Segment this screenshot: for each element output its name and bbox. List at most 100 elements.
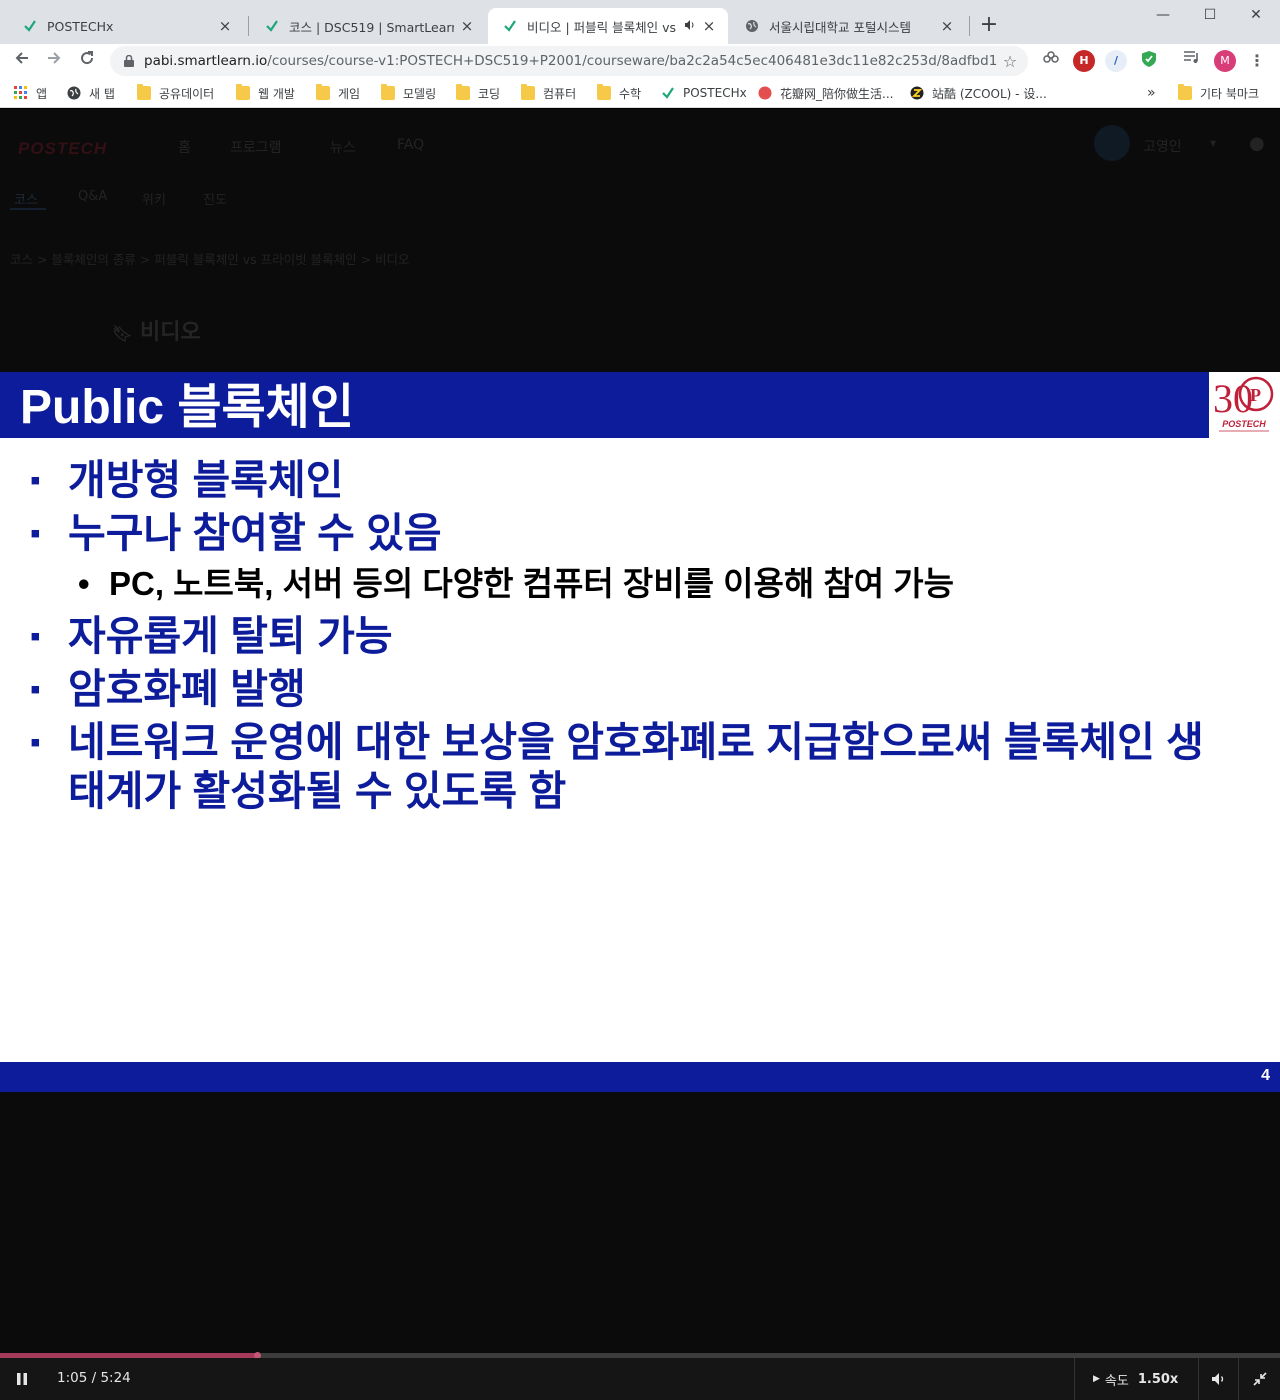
bookmark-zcool[interactable]: 站酷 (ZCOOL) - 设... xyxy=(910,84,1047,102)
media-queue-icon[interactable] xyxy=(1181,50,1203,72)
window-close-icon[interactable]: ✕ xyxy=(1236,4,1276,26)
bullet-item: 암호화폐 발행 xyxy=(30,665,1240,714)
reload-icon[interactable] xyxy=(75,49,99,73)
postech-logo[interactable]: POSTECH xyxy=(18,139,107,159)
back-icon[interactable] xyxy=(10,49,34,73)
tab-qna[interactable]: Q&A xyxy=(78,189,107,204)
extension-blue-icon[interactable]: / xyxy=(1105,50,1127,72)
globe-icon xyxy=(67,86,81,100)
bookmark-folder[interactable]: 공유데이터 xyxy=(137,84,214,102)
bullet-item: 누구나 참여할 수 있음 xyxy=(30,509,1240,558)
user-name[interactable]: 고영인 xyxy=(1143,136,1182,156)
bookmark-new-tab[interactable]: 새 탭 xyxy=(67,84,115,102)
bookmark-label: 코딩 xyxy=(478,86,501,101)
bookmarks-overflow-icon[interactable]: » xyxy=(1147,84,1156,102)
tab-postechx[interactable]: POSTECHx × xyxy=(8,8,244,44)
breadcrumb[interactable]: 코스 > 블록체인의 종류 > 퍼블릭 블록체인 vs 프라이빗 블록체인 > … xyxy=(10,249,410,268)
address-bar[interactable]: pabi.smartlearn.io/courses/course-v1:POS… xyxy=(110,46,1028,76)
nav-programs[interactable]: 프로그램 xyxy=(230,137,282,157)
bookmark-outline-icon[interactable]: 🔖︎ xyxy=(112,324,132,343)
url-text: pabi.smartlearn.io/courses/course-v1:POS… xyxy=(144,53,998,69)
nav-home[interactable]: 홈 xyxy=(178,137,191,157)
help-icon[interactable]: ● xyxy=(1249,133,1265,154)
folder-icon xyxy=(1178,84,1192,100)
adblock-shield-icon[interactable] xyxy=(1138,50,1160,72)
apps-grid-icon xyxy=(14,86,28,100)
tab-wiki[interactable]: 위키 xyxy=(142,189,166,208)
bookmark-apps[interactable]: 앱 xyxy=(14,84,47,102)
browser-toolbar: pabi.smartlearn.io/courses/course-v1:POS… xyxy=(0,44,1280,78)
playback-speed-button[interactable]: ▶ 속도 1.50x xyxy=(1074,1358,1198,1400)
pause-button[interactable] xyxy=(9,1358,35,1400)
bookmark-folder[interactable]: 게임 xyxy=(316,84,360,102)
tab-title: 비디오 | 퍼블릭 블록체인 vs xyxy=(527,19,677,35)
tab-strip: POSTECHx × 코스 | DSC519 | SmartLearn × 비디… xyxy=(0,0,1280,44)
edx-check-icon xyxy=(264,18,280,34)
tab-course[interactable]: 코스 | DSC519 | SmartLearn × xyxy=(250,8,486,44)
bullet-item: 자유롭게 탈퇴 가능 xyxy=(30,612,1240,661)
bookmark-folder[interactable]: 웹 개발 xyxy=(236,84,295,102)
bookmark-other[interactable]: 기타 북마크 xyxy=(1178,84,1259,102)
tab-portal[interactable]: 서울시립대학교 포털시스템 × xyxy=(730,8,966,44)
bookmark-label: 모델링 xyxy=(403,86,437,101)
close-tab-icon[interactable]: × xyxy=(458,17,476,35)
extension-red-icon[interactable]: H xyxy=(1073,50,1095,72)
video-controls: 1:05 / 5:24 ▶ 속도 1.50x xyxy=(0,1358,1280,1400)
browser-menu-icon[interactable]: ⋮ xyxy=(1246,50,1268,72)
maximize-icon[interactable]: ☐ xyxy=(1190,4,1230,26)
bookmark-star-icon[interactable]: ☆ xyxy=(998,52,1022,71)
volume-button[interactable] xyxy=(1198,1358,1238,1400)
huaban-icon xyxy=(758,86,772,100)
extension-cloud-icon[interactable] xyxy=(1040,50,1062,72)
tab-separator xyxy=(969,16,970,36)
bookmark-label: 공유데이터 xyxy=(159,86,215,101)
folder-icon xyxy=(381,84,395,100)
bookmark-folder[interactable]: 코딩 xyxy=(456,84,500,102)
bookmark-label: 花瓣网_陪你做生活... xyxy=(780,86,894,101)
nav-news[interactable]: 뉴스 xyxy=(330,137,356,157)
bookmark-label: 앱 xyxy=(36,86,48,101)
tab-course-content[interactable]: 코스 xyxy=(14,189,38,208)
speed-value: 1.50x xyxy=(1137,1371,1179,1387)
tab-progress[interactable]: 진도 xyxy=(203,189,227,208)
postech-30th-logo: 30 P POSTECH xyxy=(1209,372,1280,438)
bookmark-label: 站酷 (ZCOOL) - 设... xyxy=(932,86,1047,101)
user-dropdown-icon[interactable]: ▾ xyxy=(1210,136,1216,150)
bookmark-folder[interactable]: 수학 xyxy=(597,84,641,102)
bookmark-folder[interactable]: 컴퓨터 xyxy=(521,84,576,102)
nav-faq[interactable]: FAQ xyxy=(397,137,424,153)
bookmark-postechx[interactable]: POSTECHx xyxy=(661,84,747,102)
profile-avatar[interactable]: M xyxy=(1214,50,1236,72)
new-tab-button[interactable]: + xyxy=(977,13,1001,37)
folder-icon xyxy=(456,84,470,100)
bookmark-label: 웹 개발 xyxy=(258,86,295,101)
zcool-icon xyxy=(910,86,924,100)
unit-heading: 🔖︎ 비디오 xyxy=(112,314,201,346)
folder-icon xyxy=(521,84,535,100)
logo-anniversary-number: 30 xyxy=(1213,376,1253,421)
audio-playing-icon[interactable] xyxy=(684,19,696,34)
forward-icon[interactable] xyxy=(42,49,66,73)
unit-heading-text: 비디오 xyxy=(139,320,201,345)
exit-fullscreen-button[interactable] xyxy=(1238,1358,1280,1400)
tab-title: 서울시립대학교 포털시스템 xyxy=(769,19,911,35)
edx-check-icon xyxy=(502,18,518,34)
close-tab-icon[interactable]: × xyxy=(938,17,956,35)
close-tab-icon[interactable]: × xyxy=(700,17,718,35)
bookmark-huaban[interactable]: 花瓣网_陪你做生活... xyxy=(758,84,893,102)
slide-bullets: 개방형 블록체인 누구나 참여할 수 있음 PC, 노트북, 서버 등의 다양한… xyxy=(30,456,1240,820)
tab-separator xyxy=(248,16,249,36)
folder-icon xyxy=(316,84,330,100)
video-slide[interactable]: Public 블록체인 30 P POSTECH 개방형 블록체인 누구나 참여… xyxy=(0,372,1280,1092)
minimize-icon[interactable]: — xyxy=(1143,4,1183,26)
user-avatar[interactable] xyxy=(1094,125,1130,161)
volume-icon xyxy=(1211,1373,1223,1385)
tab-video-active[interactable]: 비디오 | 퍼블릭 블록체인 vs × xyxy=(488,8,728,44)
bookmarks-bar: 앱 새 탭 공유데이터 웹 개발 게임 모델링 코딩 컴퓨터 수학 POSTEC… xyxy=(0,78,1280,108)
speed-label: 속도 xyxy=(1104,1373,1129,1389)
close-tab-icon[interactable]: × xyxy=(216,17,234,35)
logo-text: POSTECH xyxy=(1222,419,1266,429)
speed-caret-icon: ▶ xyxy=(1093,1374,1100,1384)
slide-header: Public 블록체인 xyxy=(0,372,1209,438)
bookmark-folder[interactable]: 모델링 xyxy=(381,84,436,102)
